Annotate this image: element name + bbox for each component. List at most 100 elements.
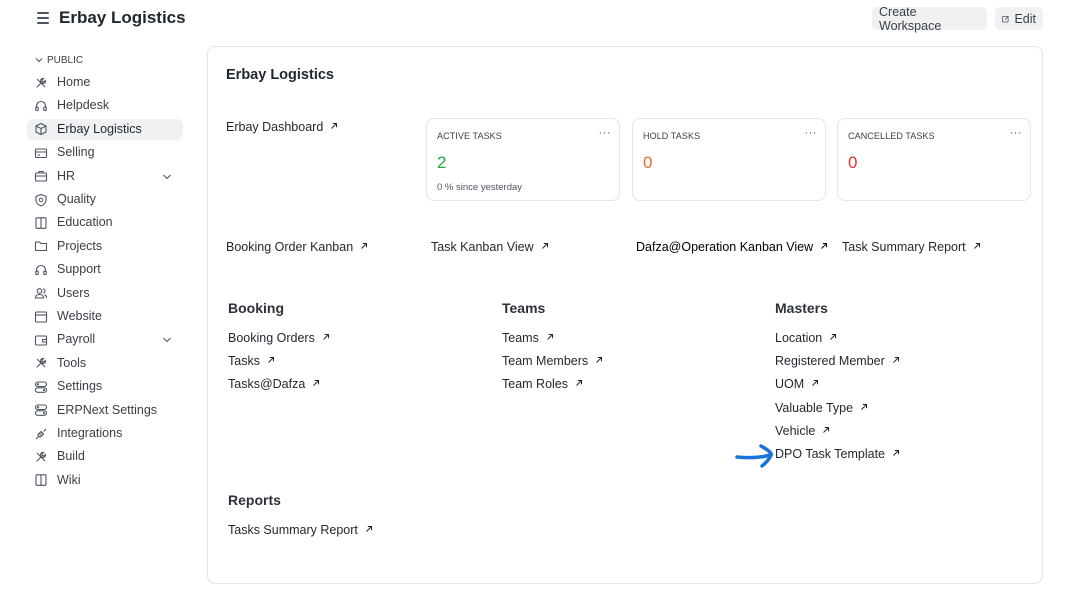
- settings-icon: [34, 381, 48, 393]
- arrow-up-right-icon: [268, 357, 274, 364]
- card-title-booking: Booking: [228, 300, 284, 316]
- link-dpo-task-template[interactable]: DPO Task Template: [775, 447, 900, 461]
- arrow-up-right-icon: [323, 334, 329, 340]
- more-options-icon[interactable]: ···: [805, 127, 818, 139]
- card-title-reports: Reports: [228, 492, 281, 508]
- sidebar-item-label: Tools: [57, 355, 87, 370]
- shield-icon: [35, 193, 47, 206]
- number-card-cancelled-tasks[interactable]: CANCELLED TASKS ··· 0: [837, 118, 1031, 201]
- link-vehicle[interactable]: Vehicle: [775, 424, 830, 438]
- link-label: UOM: [775, 377, 805, 392]
- card-value: 2: [437, 153, 447, 172]
- browser-icon: [34, 310, 48, 323]
- card-label: ACTIVE TASKS: [437, 131, 502, 141]
- number-card-active-tasks[interactable]: ACTIVE TASKS ··· 2 0 % since yesterday: [426, 118, 620, 201]
- sidebar-item-label: Helpdesk: [57, 98, 110, 113]
- sidebar: PUBLIC: [27, 52, 183, 68]
- arrow-up-right-icon: [830, 334, 837, 340]
- link-label: Tasks@Dafza: [228, 377, 306, 392]
- link-uom[interactable]: UOM: [775, 377, 819, 391]
- users-icon: [34, 288, 48, 299]
- sidebar-item-website[interactable]: Website: [27, 306, 183, 327]
- page-title: Erbay Logistics: [59, 8, 186, 27]
- sidebar-item-label: ERPNext Settings: [57, 402, 158, 417]
- workspace-content: Erbay Logistics Erbay Dashboard ACTIVE T…: [207, 46, 1043, 584]
- shortcut-task-summary-report[interactable]: Task Summary Report: [842, 240, 981, 254]
- link-tasks-dafza[interactable]: Tasks@Dafza: [228, 377, 320, 391]
- folder-icon: [34, 241, 48, 252]
- annotation-arrow-icon: [735, 444, 773, 468]
- sidebar-item-hr[interactable]: HR: [27, 166, 183, 187]
- link-registered-member[interactable]: Registered Member: [775, 354, 900, 368]
- sidebar-item-quality[interactable]: Quality: [27, 189, 183, 210]
- link-tasks-summary-report[interactable]: Tasks Summary Report: [228, 523, 373, 537]
- sidebar-item-home[interactable]: Home: [27, 72, 183, 93]
- sidebar-item-wiki[interactable]: Wiki: [27, 470, 183, 491]
- link-booking-orders[interactable]: Booking Orders: [228, 331, 330, 345]
- workspace-title: Erbay Logistics: [226, 67, 334, 83]
- sidebar-item-label: Users: [57, 285, 90, 300]
- plug-icon: [35, 428, 47, 439]
- shortcut-task-kanban-view[interactable]: Task Kanban View: [431, 240, 549, 254]
- sidebar-item-label: Payroll: [57, 332, 96, 347]
- card-title-masters: Masters: [775, 300, 828, 316]
- sidebar-item-integrations[interactable]: Integrations: [27, 423, 183, 444]
- edit-button[interactable]: Edit: [995, 7, 1043, 30]
- card-subtext: 0 % since yesterday: [437, 182, 523, 193]
- arrow-up-right-icon: [823, 426, 830, 433]
- chevron-down-icon[interactable]: [162, 335, 172, 345]
- tools-icon: [36, 358, 47, 368]
- arrow-up-right-icon: [546, 334, 553, 340]
- sidebar-item-label: Settings: [57, 379, 103, 394]
- sidebar-item-label: Selling: [57, 145, 95, 160]
- top-bar: Erbay Logistics Create Workspace Edit: [0, 0, 1091, 38]
- sidebar-item-build[interactable]: Build: [27, 446, 183, 467]
- link-label: Valuable Type: [775, 400, 854, 415]
- create-workspace-button[interactable]: Create Workspace: [872, 5, 987, 33]
- link-team-roles[interactable]: Team Roles: [502, 377, 583, 391]
- sidebar-item-erbay-logistics[interactable]: Erbay Logistics: [27, 118, 183, 140]
- chevron-down-icon: [35, 58, 43, 63]
- link-label: Vehicle: [775, 423, 816, 438]
- link-label: Dafza@Operation Kanban View: [636, 240, 814, 254]
- link-label: Booking Orders: [228, 331, 315, 345]
- shortcut-dafza-operation-kanban-view[interactable]: Dafza@Operation Kanban View: [636, 240, 828, 254]
- sidebar-section-public[interactable]: PUBLIC: [27, 52, 183, 68]
- link-location[interactable]: Location: [775, 331, 837, 345]
- shortcut-booking-order-kanban[interactable]: Booking Order Kanban: [226, 240, 368, 254]
- arrow-up-right-icon: [366, 526, 372, 532]
- link-valuable-type[interactable]: Valuable Type: [775, 401, 868, 415]
- sidebar-item-users[interactable]: Users: [27, 283, 183, 304]
- number-card-hold-tasks[interactable]: HOLD TASKS ··· 0: [632, 118, 826, 201]
- link-label: Erbay Dashboard: [226, 120, 324, 134]
- sidebar-item-education[interactable]: Education: [27, 212, 183, 233]
- menu-icon[interactable]: [37, 12, 49, 24]
- arrow-up-right-icon: [812, 380, 819, 387]
- arrow-up-right-icon: [821, 243, 828, 249]
- book-icon: [35, 217, 47, 229]
- sidebar-item-settings[interactable]: Settings: [27, 376, 183, 397]
- headset-icon: [35, 100, 47, 111]
- link-teams[interactable]: Teams: [502, 331, 554, 345]
- arrow-up-right-icon: [973, 243, 980, 249]
- sidebar-item-helpdesk[interactable]: Helpdesk: [27, 95, 183, 116]
- sidebar-item-erpnext-settings[interactable]: ERPNext Settings: [27, 400, 183, 421]
- arrow-up-right-icon: [892, 357, 899, 364]
- more-options-icon[interactable]: ···: [1010, 127, 1023, 139]
- arrow-up-right-icon: [331, 123, 338, 129]
- arrow-up-right-icon: [361, 243, 368, 249]
- more-options-icon[interactable]: ···: [599, 127, 612, 139]
- link-team-members[interactable]: Team Members: [502, 354, 603, 368]
- link-tasks[interactable]: Tasks: [228, 354, 275, 368]
- sidebar-item-payroll[interactable]: Payroll: [27, 329, 183, 350]
- sidebar-item-selling[interactable]: Selling: [27, 142, 183, 163]
- sidebar-item-projects[interactable]: Projects: [27, 236, 183, 257]
- link-label: Task Kanban View: [431, 240, 534, 254]
- sidebar-item-label: Projects: [57, 238, 103, 253]
- sidebar-item-tools[interactable]: Tools: [27, 353, 183, 374]
- link-erbay-dashboard[interactable]: Erbay Dashboard: [226, 120, 338, 134]
- sidebar-item-support[interactable]: Support: [27, 259, 183, 280]
- link-label: Task Summary Report: [842, 240, 966, 254]
- chevron-down-icon[interactable]: [162, 172, 172, 182]
- arrow-up-right-icon: [313, 380, 320, 387]
